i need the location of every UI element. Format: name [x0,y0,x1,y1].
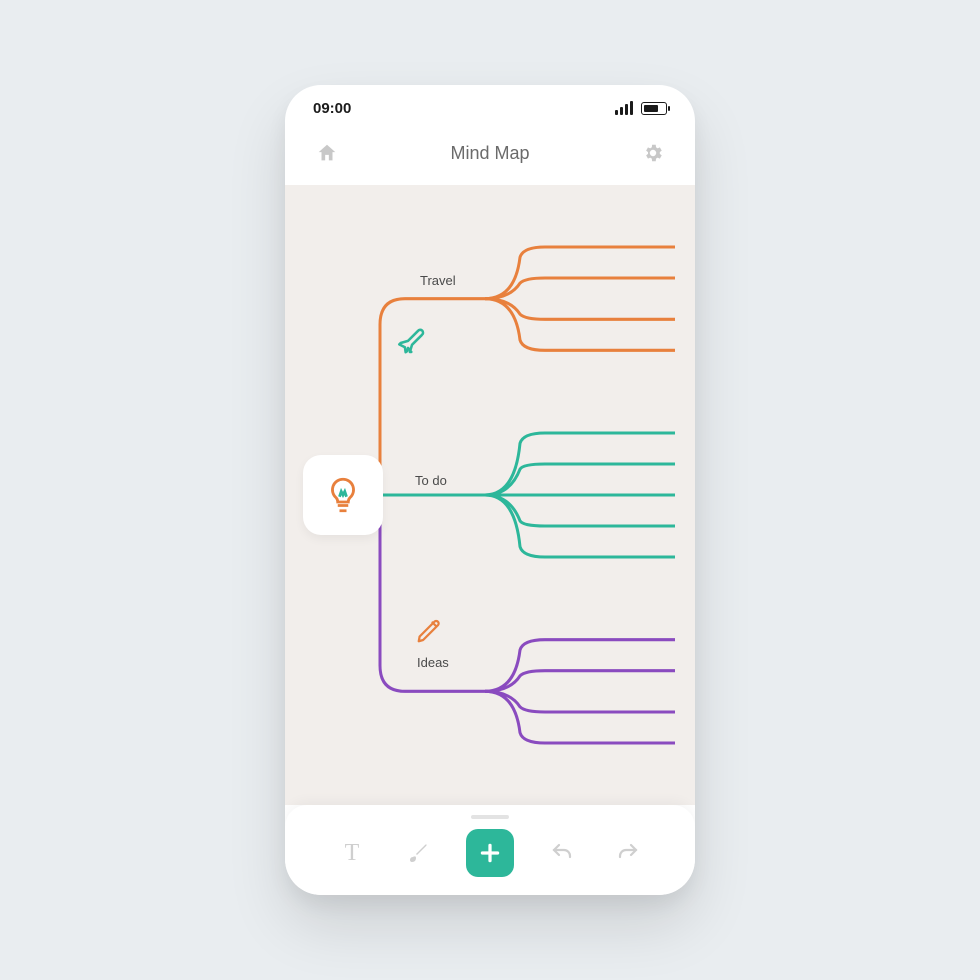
page-title: Mind Map [450,143,529,164]
gear-icon [642,142,664,164]
status-right [615,101,667,115]
plus-icon [477,840,503,866]
redo-icon [616,841,640,865]
lightbulb-icon [322,474,364,516]
branch-label-ideas[interactable]: Ideas [417,655,449,670]
phone-frame: 09:00 Mind Map [285,85,695,895]
bottom-toolbar: T [285,805,695,895]
add-node-button[interactable] [466,829,514,877]
drag-handle[interactable] [471,815,509,819]
text-tool-button[interactable]: T [334,835,370,871]
brush-icon [406,841,430,865]
branch-label-travel[interactable]: Travel [420,273,456,288]
root-node[interactable] [303,455,383,535]
undo-icon [550,841,574,865]
brush-tool-button[interactable] [400,835,436,871]
status-time: 09:00 [313,100,351,117]
undo-button[interactable] [544,835,580,871]
text-icon: T [345,840,360,867]
mindmap-canvas[interactable]: Travel To do Ideas [285,185,695,805]
pencil-icon [415,615,445,650]
status-bar: 09:00 [285,85,695,131]
signal-icon [615,101,633,115]
branch-label-todo[interactable]: To do [415,473,447,488]
battery-icon [641,102,667,115]
home-icon [316,142,338,164]
toolbar-row: T [334,829,646,877]
home-button[interactable] [313,139,341,167]
app-header: Mind Map [285,131,695,185]
redo-button[interactable] [610,835,646,871]
plane-icon [395,325,429,364]
settings-button[interactable] [639,139,667,167]
